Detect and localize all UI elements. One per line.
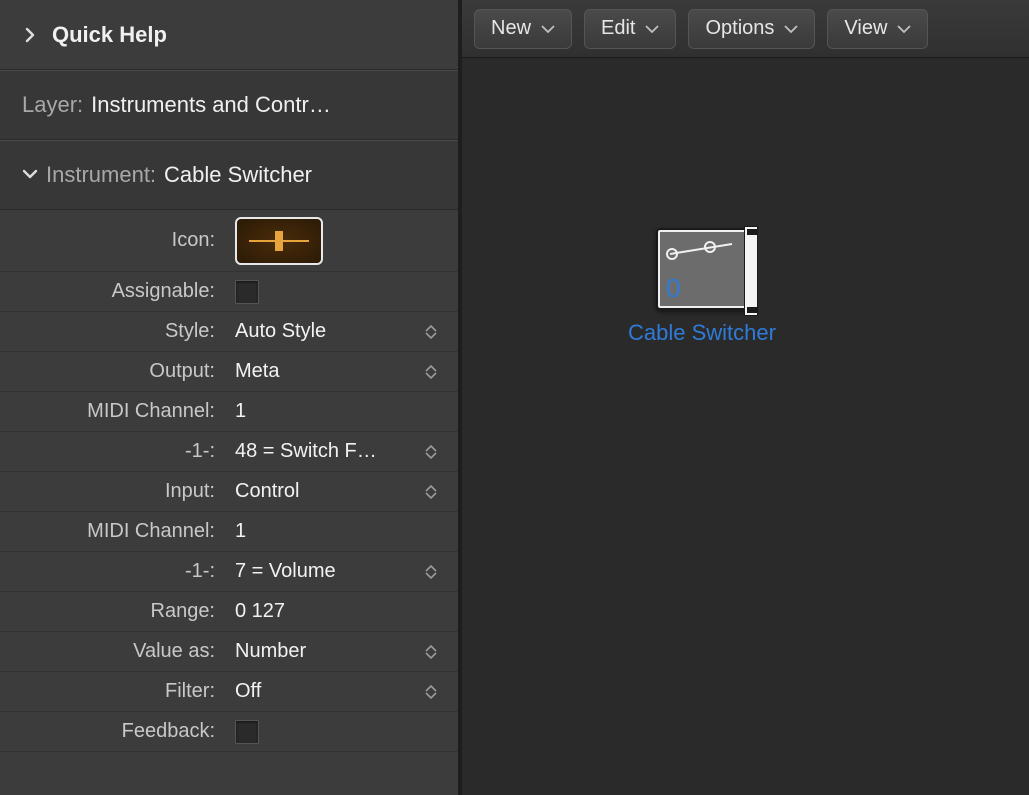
inspector-sidebar: Quick Help Layer: Instruments and Contr…… xyxy=(0,0,462,795)
in-param-stepper[interactable] xyxy=(420,561,442,583)
in-param-label: -1-: xyxy=(0,560,225,583)
view-menu[interactable]: View xyxy=(827,9,928,49)
prop-feedback: Feedback: xyxy=(0,712,458,752)
instrument-value: Cable Switcher xyxy=(164,162,312,188)
layer-label: Layer: xyxy=(22,92,83,118)
style-label: Style: xyxy=(0,320,225,343)
range-label: Range: xyxy=(0,600,225,623)
input-label: Input: xyxy=(0,480,225,503)
node-value: 0 xyxy=(666,273,680,304)
prop-in-param[interactable]: -1-: 7 = Volume xyxy=(0,552,458,592)
prop-output[interactable]: Output: Meta xyxy=(0,352,458,392)
style-stepper[interactable] xyxy=(420,321,442,343)
out-param-label: -1-: xyxy=(0,440,225,463)
value-as-value: Number xyxy=(225,640,420,663)
out-param-value: 48 = Switch F… xyxy=(225,440,420,463)
chevron-down-icon xyxy=(897,24,911,34)
filter-stepper[interactable] xyxy=(420,681,442,703)
input-stepper[interactable] xyxy=(420,481,442,503)
prop-filter[interactable]: Filter: Off xyxy=(0,672,458,712)
chevron-down-icon xyxy=(645,24,659,34)
filter-value: Off xyxy=(225,680,420,703)
prop-input[interactable]: Input: Control xyxy=(0,472,458,512)
prop-midi-out-channel[interactable]: MIDI Channel: 1 xyxy=(0,392,458,432)
in-param-value: 7 = Volume xyxy=(225,560,420,583)
filter-label: Filter: xyxy=(0,680,225,703)
value-as-label: Value as: xyxy=(0,640,225,663)
cable-icon xyxy=(666,240,736,260)
input-value: Control xyxy=(225,480,420,503)
layer-value: Instruments and Contr… xyxy=(91,92,331,118)
output-value: Meta xyxy=(225,360,420,383)
node-port-icon xyxy=(744,226,758,316)
quick-help-header[interactable]: Quick Help xyxy=(0,0,458,70)
chevron-right-icon xyxy=(22,27,38,43)
instrument-label: Instrument: xyxy=(46,162,156,188)
midi-in-channel-label: MIDI Channel: xyxy=(0,520,225,543)
options-menu[interactable]: Options xyxy=(688,9,815,49)
prop-style[interactable]: Style: Auto Style xyxy=(0,312,458,352)
chevron-down-icon xyxy=(541,24,555,34)
environment-canvas[interactable]: 0 Cable Switcher xyxy=(462,58,1029,795)
options-menu-label: Options xyxy=(705,17,774,40)
output-stepper[interactable] xyxy=(420,361,442,383)
prop-midi-in-channel[interactable]: MIDI Channel: 1 xyxy=(0,512,458,552)
node-cable-switcher[interactable]: 0 Cable Switcher xyxy=(612,228,792,346)
prop-out-param[interactable]: -1-: 48 = Switch F… xyxy=(0,432,458,472)
chevron-down-icon xyxy=(784,24,798,34)
midi-out-channel-value: 1 xyxy=(225,400,458,423)
node-body[interactable]: 0 xyxy=(656,228,748,310)
assignable-checkbox[interactable] xyxy=(235,280,259,304)
prop-range[interactable]: Range: 0 127 xyxy=(0,592,458,632)
quick-help-title: Quick Help xyxy=(52,22,167,48)
midi-in-channel-value: 1 xyxy=(225,520,458,543)
output-label: Output: xyxy=(0,360,225,383)
workspace-toolbar: New Edit Options View xyxy=(462,0,1029,58)
instrument-row[interactable]: Instrument: Cable Switcher xyxy=(0,140,458,210)
prop-value-as[interactable]: Value as: Number xyxy=(0,632,458,672)
chevron-down-icon xyxy=(22,162,38,188)
layer-row[interactable]: Layer: Instruments and Contr… xyxy=(0,70,458,140)
range-value: 0 127 xyxy=(225,600,458,623)
style-value: Auto Style xyxy=(225,320,420,343)
node-label: Cable Switcher xyxy=(628,320,776,346)
feedback-label: Feedback: xyxy=(0,720,225,743)
fader-icon xyxy=(249,229,309,253)
icon-picker[interactable] xyxy=(235,217,323,265)
new-menu[interactable]: New xyxy=(474,9,572,49)
edit-menu[interactable]: Edit xyxy=(584,9,676,49)
icon-label: Icon: xyxy=(0,229,225,252)
assignable-label: Assignable: xyxy=(0,280,225,303)
value-as-stepper[interactable] xyxy=(420,641,442,663)
new-menu-label: New xyxy=(491,17,531,40)
prop-icon: Icon: xyxy=(0,210,458,272)
environment-workspace: New Edit Options View xyxy=(462,0,1029,795)
out-param-stepper[interactable] xyxy=(420,441,442,463)
view-menu-label: View xyxy=(844,17,887,40)
feedback-checkbox[interactable] xyxy=(235,720,259,744)
prop-assignable: Assignable: xyxy=(0,272,458,312)
edit-menu-label: Edit xyxy=(601,17,635,40)
midi-out-channel-label: MIDI Channel: xyxy=(0,400,225,423)
